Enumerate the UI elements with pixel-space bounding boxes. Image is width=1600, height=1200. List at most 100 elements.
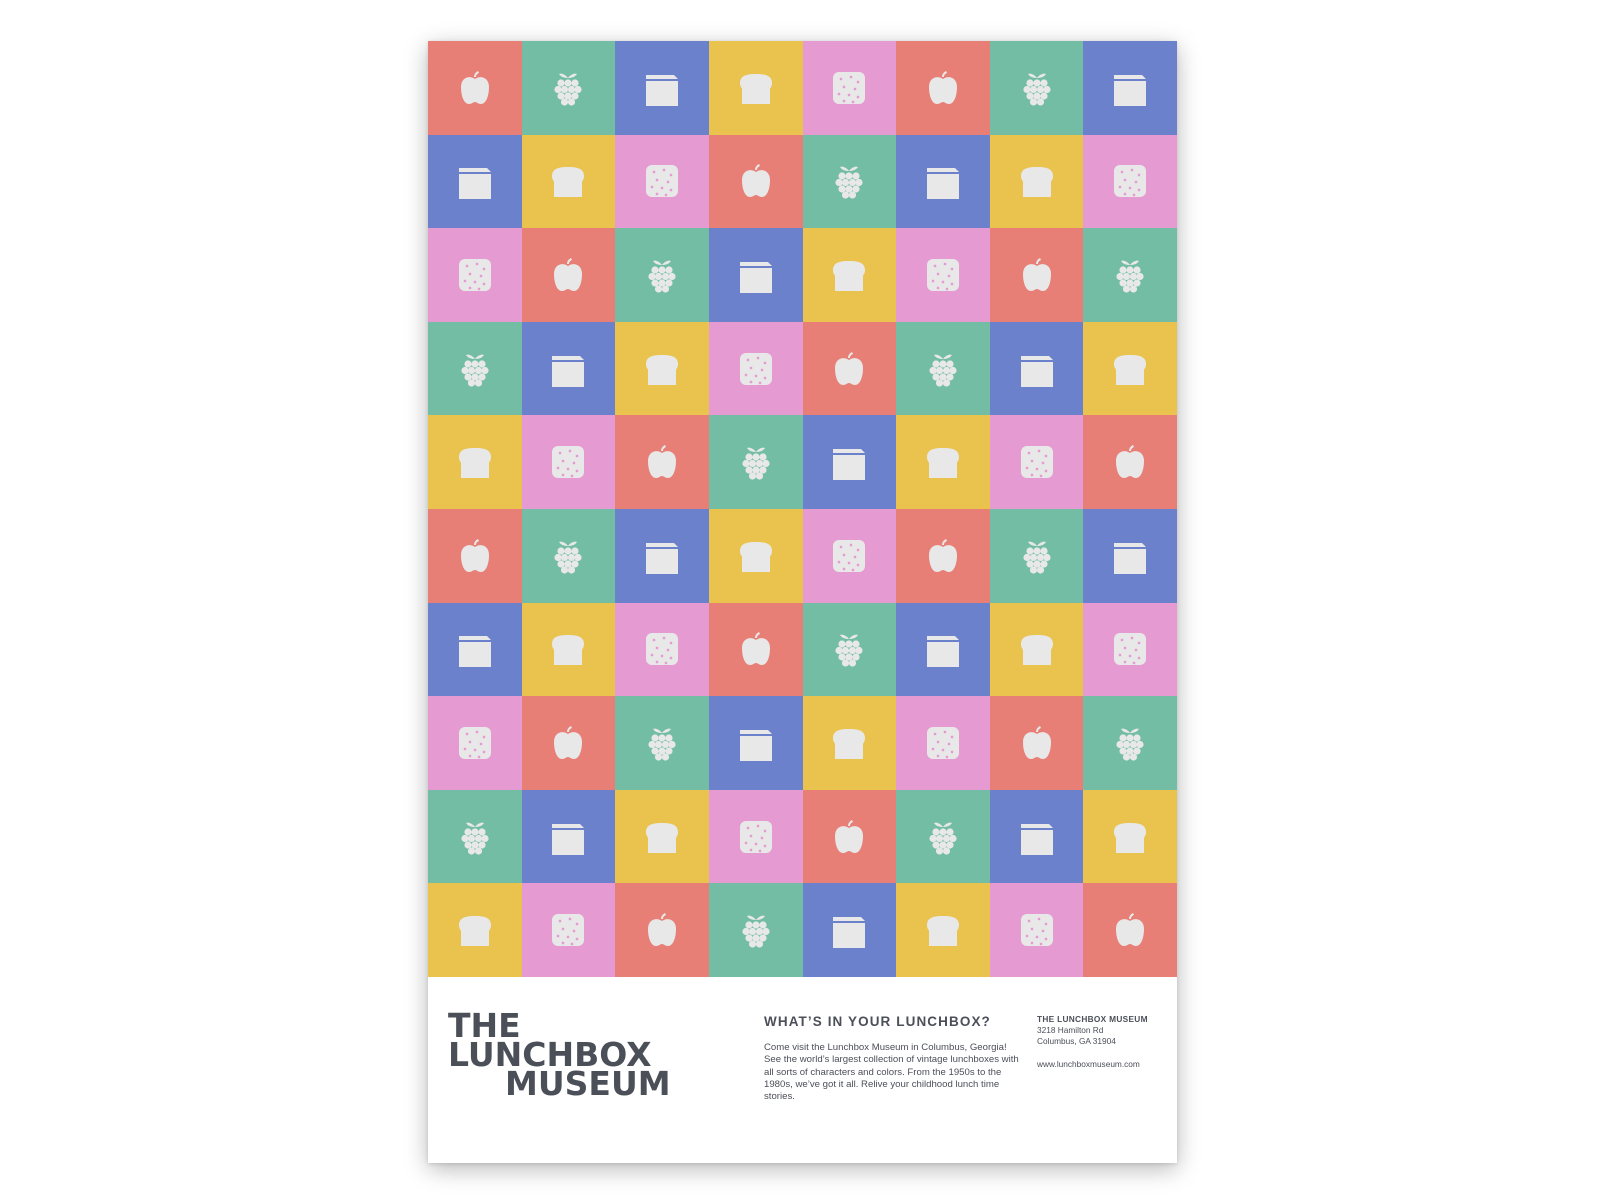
grapes-icon [829,161,869,201]
apple-icon [548,723,588,763]
grid-tile-blue [521,789,616,884]
bread-icon [736,68,776,108]
grid-tile-red [802,321,897,416]
apple-icon [548,255,588,295]
grid-tile-pink [1083,134,1177,229]
headline: WHAT’S IN YOUR LUNCHBOX? [764,1014,991,1029]
bread-icon [923,910,963,950]
grid-tile-yellow [615,321,709,416]
grid-tile-red [708,134,803,229]
cracker-icon [1017,910,1057,950]
cracker-icon [1110,161,1150,201]
bread-icon [548,629,588,669]
juice-box-icon [736,255,776,295]
grid-tile-blue [1083,508,1177,603]
grid-tile-red [802,789,897,884]
cracker-icon [455,255,495,295]
museum-info: THE LUNCHBOX MUSEUM 3218 Hamilton Rd Col… [1037,1014,1177,1070]
grid-tile-blue [615,508,709,603]
juice-box-icon [548,349,588,389]
bread-icon [642,817,682,857]
grapes-icon [548,536,588,576]
address-line-1: 3218 Hamilton Rd [1037,1025,1104,1035]
grapes-icon [923,349,963,389]
grid-tile-pink [896,696,990,790]
grapes-icon [455,349,495,389]
juice-box-icon [642,536,682,576]
cracker-icon [829,68,869,108]
grid-tile-yellow [708,508,803,603]
grid-tile-green [428,321,522,416]
grid-tile-blue [896,134,990,229]
grid-tile-green [802,602,897,697]
grid-tile-yellow [896,883,990,977]
cracker-icon [736,349,776,389]
juice-box-icon [923,161,963,201]
grapes-icon [1110,255,1150,295]
grid-tile-red [428,508,522,603]
juice-box-icon [548,817,588,857]
grid-tile-yellow [802,696,897,790]
juice-box-icon [829,442,869,482]
grid-tile-yellow [428,883,522,977]
cracker-icon [548,910,588,950]
grid-tile-pink [708,321,803,416]
cracker-icon [548,442,588,482]
juice-box-icon [736,723,776,763]
bread-icon [642,349,682,389]
grapes-icon [1110,723,1150,763]
grid-tile-blue [1083,41,1177,135]
apple-icon [829,349,869,389]
grid-tile-pink [521,415,616,509]
juice-box-icon [455,161,495,201]
grapes-icon [642,723,682,763]
grid-tile-blue [521,321,616,416]
grid-tile-green [1083,696,1177,790]
apple-icon [642,442,682,482]
body-copy: Come visit the Lunchbox Museum in Columb… [764,1042,1019,1103]
juice-box-icon [923,629,963,669]
grapes-icon [642,255,682,295]
cracker-icon [829,536,869,576]
grid-tile-green [989,41,1084,135]
juice-box-icon [829,910,869,950]
grid-tile-red [896,508,990,603]
cracker-icon [923,723,963,763]
grid-tile-yellow [802,228,897,322]
cracker-icon [923,255,963,295]
grid-tile-pink [989,415,1084,509]
grapes-icon [829,629,869,669]
grid-tile-red [708,602,803,697]
grapes-icon [736,442,776,482]
cracker-icon [736,817,776,857]
grid-tile-yellow [1083,321,1177,416]
grapes-icon [923,817,963,857]
grid-tile-pink [615,134,709,229]
apple-icon [455,68,495,108]
grid-tile-red [615,415,709,509]
grid-tile-green [615,228,709,322]
museum-name: THE LUNCHBOX MUSEUM [1037,1014,1148,1024]
grid-tile-pink [708,789,803,884]
website-link[interactable]: www.lunchboxmuseum.com [1037,1059,1177,1070]
juice-box-icon [1110,536,1150,576]
grid-tile-green [896,789,990,884]
grid-tile-red [428,41,522,135]
bread-icon [548,161,588,201]
apple-icon [1017,255,1057,295]
grid-tile-yellow [428,415,522,509]
grid-tile-blue [428,134,522,229]
grapes-icon [548,68,588,108]
juice-box-icon [1110,68,1150,108]
bread-icon [1110,349,1150,389]
grid-tile-yellow [989,602,1084,697]
bread-icon [829,255,869,295]
grid-tile-blue [802,883,897,977]
grid-tile-blue [708,696,803,790]
poster-footer: THE LUNCHBOX MUSEUM WHAT’S IN YOUR LUNCH… [428,977,1177,1163]
grid-tile-red [989,696,1084,790]
bread-icon [1110,817,1150,857]
grid-tile-yellow [708,41,803,135]
bread-icon [1017,161,1057,201]
grid-tile-red [1083,415,1177,509]
